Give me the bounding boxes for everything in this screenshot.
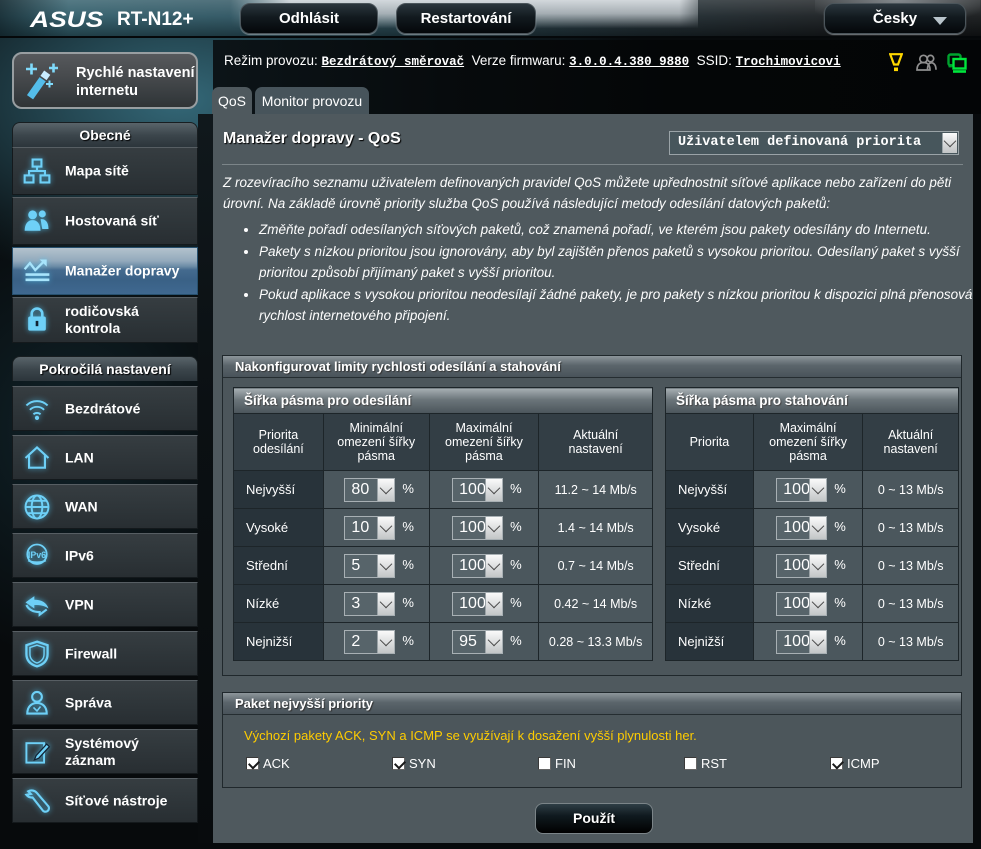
svg-text:IPv6: IPv6 [28,549,46,559]
